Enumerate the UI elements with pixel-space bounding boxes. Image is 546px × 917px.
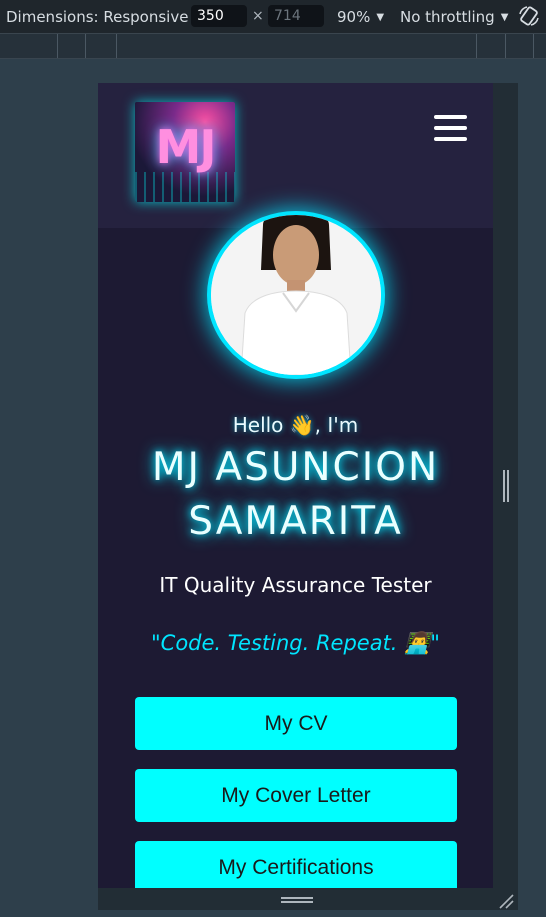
logo-text: MJ bbox=[155, 120, 217, 174]
my-certifications-button[interactable]: My Certifications bbox=[135, 841, 457, 888]
website-viewport: MJ Hello 👋, I'm MJ ASUNCION SAMARITA IT … bbox=[98, 83, 493, 888]
my-cover-letter-button[interactable]: My Cover Letter bbox=[135, 769, 457, 822]
bottom-resize-handle[interactable] bbox=[281, 897, 313, 903]
profile-avatar bbox=[211, 215, 381, 375]
zoom-label: 90% bbox=[337, 8, 371, 26]
hamburger-menu-icon[interactable] bbox=[434, 115, 468, 143]
media-query-ruler bbox=[0, 34, 546, 59]
my-cv-button[interactable]: My CV bbox=[135, 697, 457, 750]
site-logo[interactable]: MJ bbox=[135, 102, 235, 202]
times-separator: × bbox=[252, 8, 264, 24]
right-resize-handle[interactable] bbox=[501, 470, 511, 502]
throttling-label: No throttling bbox=[400, 8, 495, 26]
height-input[interactable]: 714 bbox=[268, 5, 324, 27]
motto-text: "Code. Testing. Repeat. 👨‍💻" bbox=[151, 631, 440, 655]
name-line-1: MJ ASUNCION bbox=[151, 445, 440, 490]
greeting-text: Hello 👋, I'm bbox=[232, 413, 359, 437]
dimensions-dropdown[interactable]: Dimensions: Responsive▼ bbox=[6, 8, 202, 26]
job-title: IT Quality Assurance Tester bbox=[159, 573, 432, 597]
hero-name: MJ ASUNCION SAMARITA bbox=[98, 441, 493, 549]
corner-resize-icon[interactable] bbox=[498, 893, 514, 909]
devtools-toolbar: Dimensions: Responsive▼ 350 × 714 90%▼ N… bbox=[0, 0, 546, 34]
rotate-icon[interactable] bbox=[518, 5, 540, 27]
name-line-2: SAMARITA bbox=[188, 499, 403, 544]
caret-down-icon: ▼ bbox=[500, 12, 509, 23]
zoom-dropdown[interactable]: 90% ▼ bbox=[337, 8, 384, 26]
site-header: MJ bbox=[98, 83, 493, 228]
width-input[interactable]: 350 bbox=[191, 5, 247, 27]
throttling-dropdown[interactable]: No throttling ▼ bbox=[400, 8, 508, 26]
dimensions-label: Dimensions: Responsive bbox=[6, 8, 189, 26]
caret-down-icon: ▼ bbox=[376, 12, 385, 23]
